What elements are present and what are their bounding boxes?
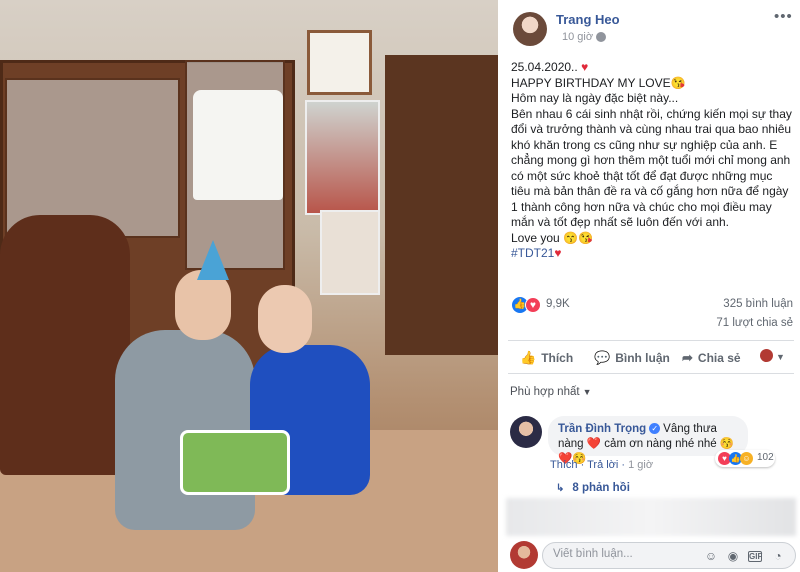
- author-avatar[interactable]: [513, 12, 547, 46]
- emoji-icon[interactable]: ☺: [704, 549, 718, 563]
- post-panel: Trang Heo 10 giờ ••• 25.04.2020.. ♥ HAPP…: [498, 0, 800, 572]
- post-time[interactable]: 10 giờ: [562, 31, 593, 43]
- comment-count[interactable]: 325 bình luận: [723, 298, 793, 310]
- comment-like-link[interactable]: Thích: [550, 459, 578, 471]
- audience-selector[interactable]: ▼: [760, 349, 785, 363]
- post-photo[interactable]: [0, 0, 498, 572]
- post-stats: 👍 ♥ 9,9K 325 bình luận 71 lượt chia sẻ: [498, 292, 800, 336]
- view-replies-link[interactable]: ↳ 8 phản hồi: [556, 482, 630, 494]
- comment-bubble: Trần Đình Trọng ✓ Vâng thưa nàng ❤️ cảm ơn…: [548, 416, 748, 465]
- comment-reaction-count: 102: [757, 452, 774, 463]
- party-hat: [197, 240, 229, 280]
- commenter-avatar[interactable]: [510, 416, 542, 448]
- current-user-avatar: [510, 541, 538, 569]
- portrait-poster: [320, 210, 380, 295]
- post-line: Love you 😙😘: [511, 230, 593, 245]
- love-reaction-icon: ♥: [525, 297, 541, 313]
- facebook-photo-viewer: Trang Heo 10 giờ ••• 25.04.2020.. ♥ HAPP…: [0, 0, 800, 572]
- man-head: [175, 270, 231, 340]
- comment-meta: Thích · Trả lời · 1 giờ: [550, 459, 654, 471]
- wall-clock: [307, 30, 372, 95]
- author-name[interactable]: Trang Heo: [556, 12, 620, 27]
- wooden-door: [385, 55, 498, 355]
- like-button[interactable]: 👍 Thích: [520, 350, 573, 366]
- post-line: 25.04.2020.. ♥: [511, 60, 589, 74]
- comment-input-box[interactable]: ☺ ◉ GIF ◔: [542, 542, 796, 569]
- share-count[interactable]: 71 lượt chia sẻ: [716, 317, 793, 329]
- wooden-chair: [0, 215, 130, 475]
- wall-poster: [305, 100, 380, 215]
- profile-avatar-icon: [760, 349, 773, 362]
- jersey-display: [193, 90, 283, 200]
- comment-time[interactable]: 1 giờ: [628, 459, 653, 471]
- chevron-down-icon: ▼: [582, 387, 592, 397]
- commenter-name[interactable]: Trần Đình Trọng: [558, 423, 646, 435]
- post-line: Hôm nay là ngày đặc biệt này...: [511, 91, 679, 105]
- comment-sort-dropdown[interactable]: Phù hợp nhất ▼: [510, 386, 592, 398]
- cabinet-glass-left: [5, 78, 180, 238]
- comment-composer: ☺ ◉ GIF ◔: [498, 538, 800, 572]
- reply-arrow-icon: ↳: [556, 483, 565, 494]
- post-text: 25.04.2020.. ♥ HAPPY BIRTHDAY MY LOVE😘 H…: [511, 60, 793, 262]
- globe-icon: [596, 32, 606, 42]
- comment-input[interactable]: [553, 548, 693, 560]
- more-options-icon[interactable]: •••: [774, 8, 793, 25]
- thumbs-up-icon: 👍: [520, 350, 537, 365]
- hashtag-link[interactable]: #TDT21: [511, 246, 554, 260]
- heart-icon: ♥: [554, 246, 562, 260]
- post-line: Bên nhau 6 cái sinh nhật rồi, chứng kiến…: [511, 106, 796, 230]
- comment-reactions[interactable]: ♥ 👍 ☺ 102: [715, 450, 775, 467]
- chevron-down-icon: ▼: [776, 352, 785, 362]
- comment-button[interactable]: 💬 Bình luận: [594, 350, 670, 366]
- post-line: HAPPY BIRTHDAY MY LOVE😘: [511, 75, 686, 90]
- comment-reply-link[interactable]: Trả lời: [587, 459, 618, 471]
- verified-badge-icon: ✓: [649, 423, 661, 434]
- post-hashtag-line: #TDT21♥: [511, 246, 793, 262]
- woman-head: [258, 285, 312, 353]
- speech-bubble-icon: 💬: [594, 350, 611, 365]
- haha-reaction-icon: ☺: [740, 452, 753, 465]
- camera-icon[interactable]: ◉: [726, 549, 740, 563]
- heart-icon: ♥: [581, 60, 589, 74]
- share-button[interactable]: ➦ Chia sẻ: [682, 350, 741, 366]
- blurred-comment-area: [506, 498, 796, 536]
- share-arrow-icon: ➦: [682, 350, 693, 365]
- birthday-cake: [180, 430, 290, 495]
- gif-icon[interactable]: GIF: [748, 551, 762, 562]
- reaction-count[interactable]: 9,9K: [546, 298, 570, 310]
- sticker-icon[interactable]: ◔: [771, 549, 785, 563]
- post-header: Trang Heo 10 giờ •••: [498, 0, 800, 54]
- action-bar: 👍 Thích 💬 Bình luận ➦ Chia sẻ ▼: [508, 340, 794, 374]
